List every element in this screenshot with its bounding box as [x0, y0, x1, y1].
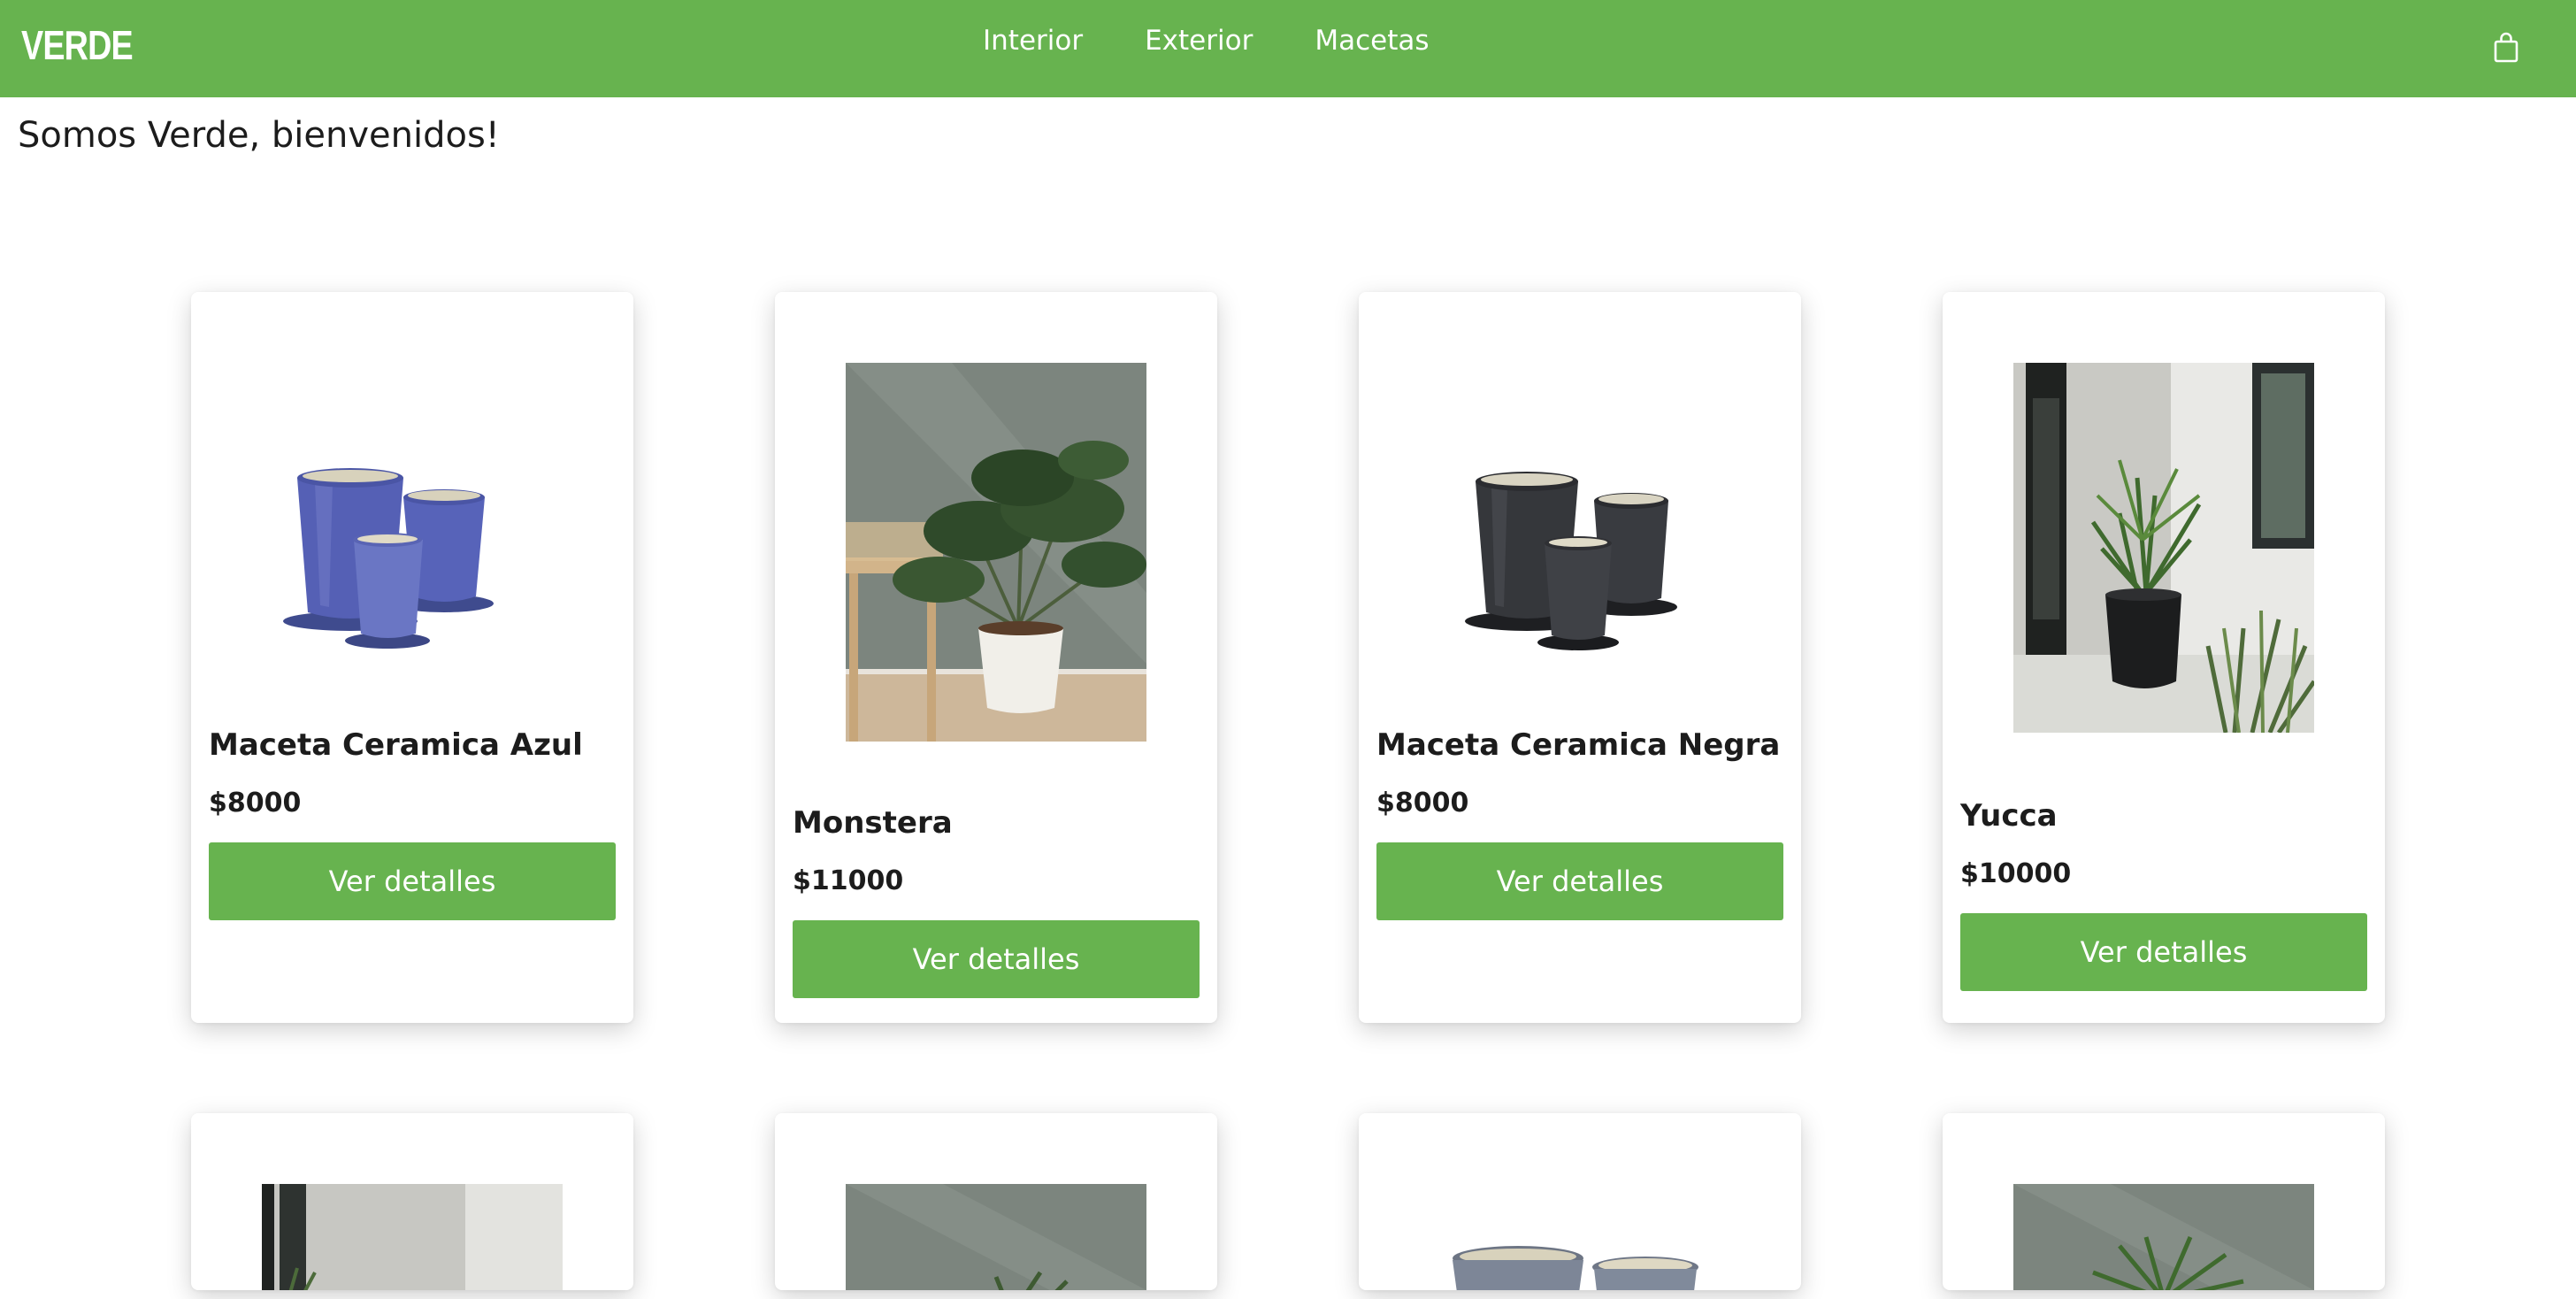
product-name: Maceta Ceramica Negra	[1376, 727, 1781, 763]
product-image-yucca	[2013, 363, 2314, 733]
product-name: Monstera	[793, 805, 953, 841]
product-card	[1359, 1113, 1801, 1290]
ver-detalles-button[interactable]: Ver detalles	[1960, 913, 2367, 991]
product-price: $8000	[209, 788, 302, 819]
ver-detalles-button[interactable]: Ver detalles	[209, 842, 616, 920]
nav-link-exterior[interactable]: Exterior	[1145, 25, 1253, 57]
product-image-palm-plant	[2013, 1184, 2314, 1290]
nav-link-interior[interactable]: Interior	[983, 25, 1083, 57]
product-card: Monstera $11000 Ver detalles	[775, 292, 1217, 1023]
product-price: $8000	[1376, 788, 1469, 819]
product-card: Maceta Ceramica Azul $8000 Ver detalles	[191, 292, 633, 1023]
product-card	[1943, 1113, 2385, 1290]
product-image-black-pots	[1465, 472, 1677, 650]
nav-link-macetas[interactable]: Macetas	[1315, 25, 1429, 57]
product-card	[775, 1113, 1217, 1290]
navbar: VERDE Interior Exterior Macetas	[0, 0, 2576, 97]
ver-detalles-button[interactable]: Ver detalles	[1376, 842, 1783, 920]
product-image-gray-pots	[1453, 1246, 1698, 1290]
brand-logo[interactable]: VERDE	[21, 21, 134, 69]
welcome-heading: Somos Verde, bienvenidos!	[18, 115, 500, 156]
product-card	[191, 1113, 633, 1290]
shopping-bag-icon[interactable]	[2493, 32, 2519, 64]
product-image-blue-pots	[283, 468, 494, 649]
product-name: Maceta Ceramica Azul	[209, 727, 583, 763]
product-card: Yucca $10000 Ver detalles	[1943, 292, 2385, 1023]
product-name: Yucca	[1960, 798, 2058, 834]
product-image-plant-window	[262, 1184, 563, 1290]
nav-links: Interior Exterior Macetas	[983, 25, 1430, 57]
product-card: Maceta Ceramica Negra $8000 Ver detalles	[1359, 292, 1801, 1023]
product-image-monstera	[846, 363, 1146, 742]
product-price: $11000	[793, 865, 904, 896]
ver-detalles-button[interactable]: Ver detalles	[793, 920, 1200, 998]
product-price: $10000	[1960, 858, 2072, 889]
product-image-plant-gray-wall	[846, 1184, 1146, 1290]
